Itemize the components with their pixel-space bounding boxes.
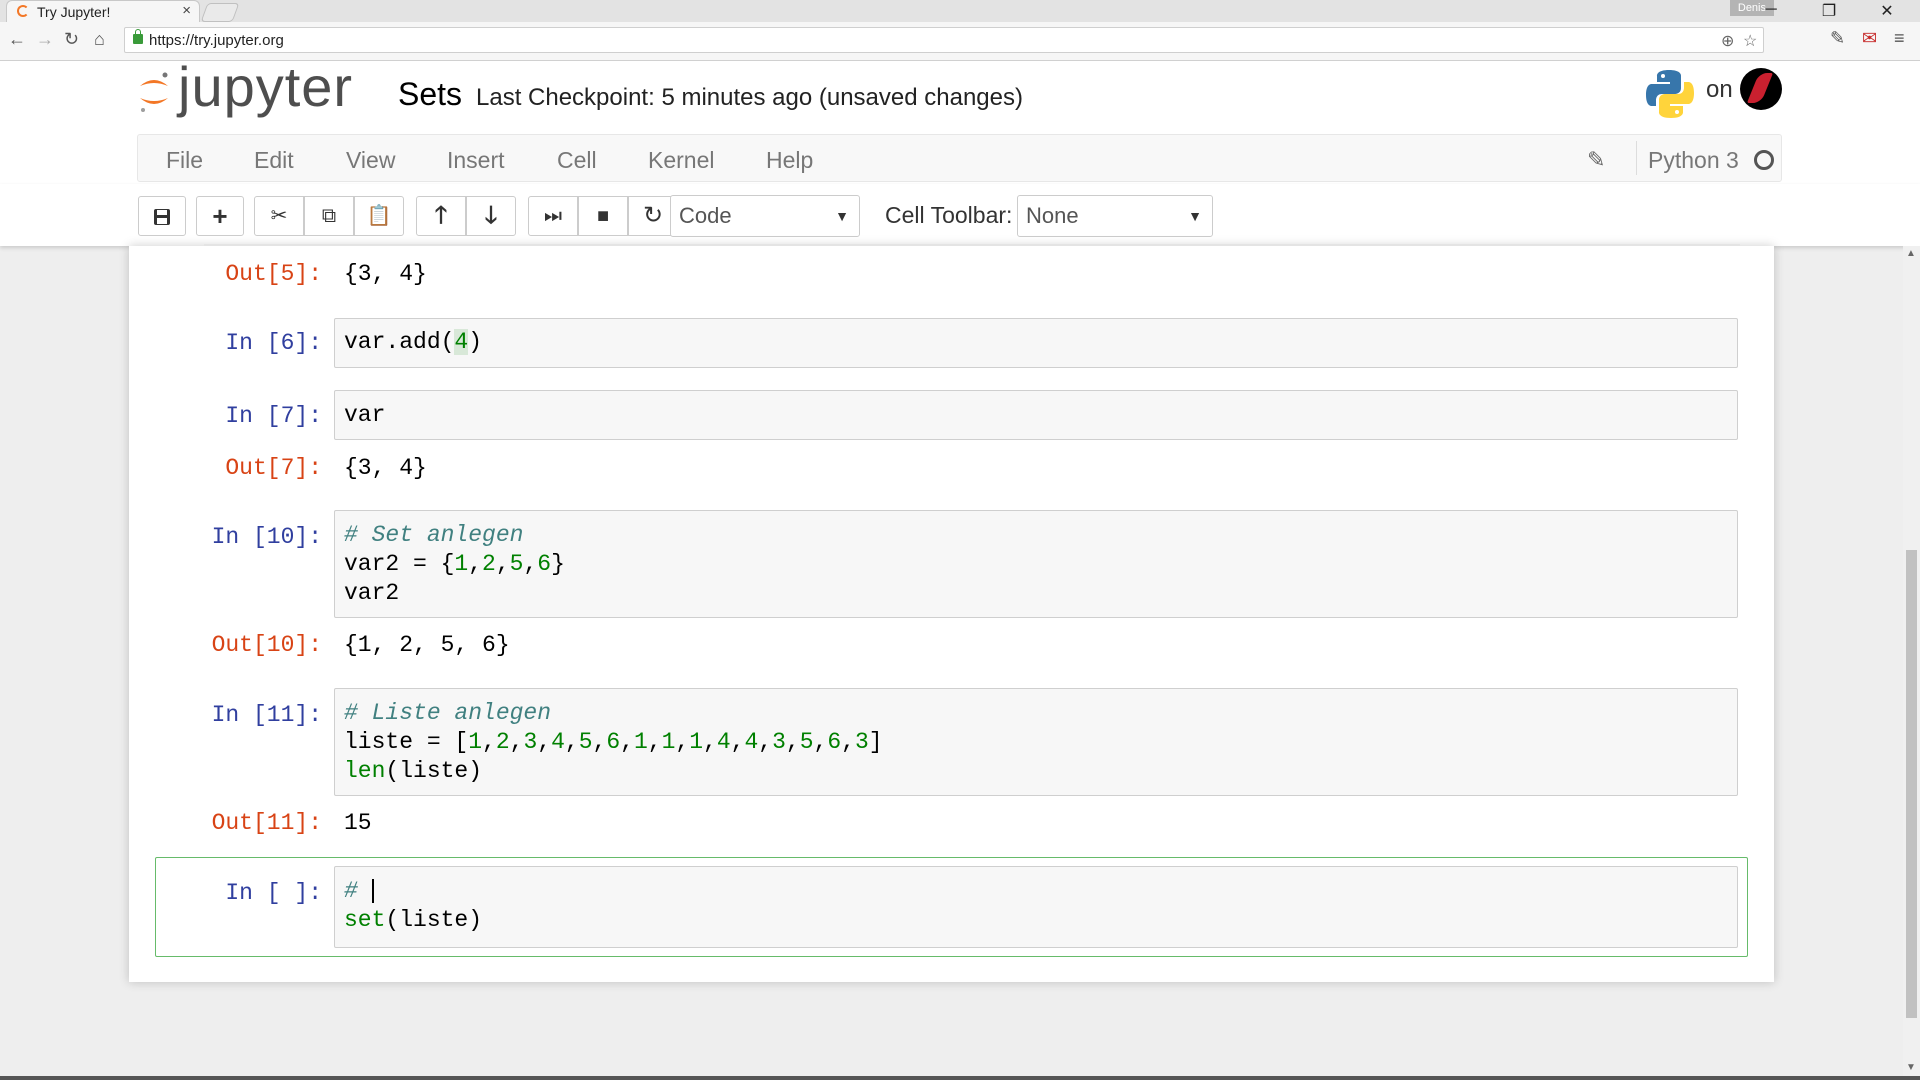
plus-icon: + bbox=[212, 201, 228, 231]
cell-type-value: Code bbox=[679, 203, 732, 228]
home-icon[interactable]: ⌂ bbox=[94, 29, 105, 50]
loading-icon bbox=[17, 5, 29, 17]
step-forward-icon: ⏭ bbox=[544, 205, 562, 227]
cell-output: {1, 2, 5, 6} bbox=[344, 632, 510, 658]
output-prompt: Out[7]: bbox=[225, 455, 322, 481]
arrow-down-icon: 🡓 bbox=[484, 202, 498, 229]
kernel-idle-indicator-icon bbox=[1754, 150, 1774, 170]
zoom-icon[interactable]: ⊕ bbox=[1721, 31, 1734, 51]
cell-output: {3, 4} bbox=[344, 455, 427, 481]
code-input[interactable] bbox=[334, 390, 1738, 440]
menu-view[interactable]: View bbox=[346, 147, 395, 174]
reload-icon[interactable]: ↻ bbox=[64, 29, 79, 50]
cell-toolbar-value: None bbox=[1026, 203, 1079, 228]
menu-cell[interactable]: Cell bbox=[557, 147, 597, 174]
chevron-down-icon: ▼ bbox=[835, 208, 849, 224]
python-logo-icon bbox=[1646, 70, 1694, 118]
text-cursor bbox=[371, 878, 374, 903]
copy-button[interactable]: ⧉ bbox=[304, 196, 354, 236]
gmail-icon[interactable]: ✉ bbox=[1862, 28, 1877, 49]
code-text: # set(liste) bbox=[344, 878, 483, 933]
move-down-button[interactable]: 🡓 bbox=[466, 196, 516, 236]
forward-icon[interactable]: → bbox=[36, 29, 54, 50]
rackspace-logo-icon bbox=[1740, 68, 1782, 110]
notebook-name[interactable]: Sets bbox=[398, 76, 462, 113]
input-prompt: In [7]: bbox=[225, 403, 322, 429]
checkpoint-status: Last Checkpoint: 5 minutes ago (unsaved … bbox=[476, 84, 1023, 111]
stop-icon: ■ bbox=[596, 205, 610, 227]
restore-icon[interactable]: ❐ bbox=[1814, 1, 1844, 21]
menu-edit[interactable]: Edit bbox=[254, 147, 294, 174]
menu-file[interactable]: File bbox=[166, 147, 203, 174]
refresh-icon: ↻ bbox=[642, 202, 664, 229]
save-icon bbox=[154, 208, 170, 225]
lock-icon bbox=[133, 29, 143, 44]
code-text: var bbox=[344, 402, 386, 428]
copy-icon: ⧉ bbox=[321, 205, 337, 227]
kernel-name: Python 3 bbox=[1648, 147, 1739, 173]
address-bar[interactable]: https://try.jupyter.org ⊕ ☆ bbox=[124, 27, 1764, 53]
chevron-down-icon: ▼ bbox=[1188, 208, 1202, 224]
run-cell-button[interactable]: ⏭ bbox=[528, 196, 578, 236]
input-prompt: In [11]: bbox=[211, 702, 322, 728]
minimize-icon[interactable]: ─ bbox=[1756, 1, 1786, 19]
cell-output: {3, 4} bbox=[344, 261, 427, 287]
scroll-down-icon[interactable]: ▼ bbox=[1906, 1062, 1916, 1073]
input-prompt: In [6]: bbox=[225, 330, 322, 356]
menubar-divider bbox=[1636, 141, 1637, 175]
previous-cell-edge bbox=[204, 244, 1740, 246]
menubar: File Edit View Insert Cell Kernel Help ✎… bbox=[137, 134, 1782, 182]
arrow-up-icon: 🡑 bbox=[434, 202, 448, 229]
code-text: # Set anlegen var2 = {1,2,5,6} var2 bbox=[344, 522, 565, 606]
cut-button[interactable]: ✂ bbox=[254, 196, 304, 236]
tab-close-icon[interactable]: × bbox=[182, 2, 191, 19]
back-icon[interactable]: ← bbox=[8, 29, 26, 50]
new-tab-button[interactable] bbox=[200, 3, 240, 22]
cell-output: 15 bbox=[344, 810, 372, 836]
input-prompt: In [10]: bbox=[211, 524, 322, 550]
code-text: var.add(4) bbox=[344, 329, 483, 355]
window-bottom-edge bbox=[0, 1076, 1920, 1080]
menu-insert[interactable]: Insert bbox=[447, 147, 505, 174]
output-prompt: Out[10]: bbox=[211, 632, 322, 658]
bookmark-star-icon[interactable]: ☆ bbox=[1743, 31, 1757, 51]
scrollbar-thumb[interactable] bbox=[1906, 550, 1917, 1018]
tab-title: Try Jupyter! bbox=[37, 4, 111, 20]
browser-tab[interactable]: Try Jupyter! × bbox=[6, 0, 200, 22]
move-up-button[interactable]: 🡑 bbox=[416, 196, 466, 236]
code-line: var2 bbox=[344, 580, 400, 606]
paste-icon: 📋 bbox=[366, 205, 392, 227]
edit-mode-pencil-icon: ✎ bbox=[1587, 147, 1606, 172]
browser-tabbar: Try Jupyter! × Denis ─ ❐ ✕ bbox=[0, 0, 1920, 22]
output-prompt: Out[5]: bbox=[225, 261, 322, 287]
scroll-up-icon[interactable]: ▲ bbox=[1906, 248, 1916, 259]
code-text: # Liste anlegen liste = [1,2,3,4,5,6,1,1… bbox=[344, 700, 883, 784]
cell-type-select[interactable]: Code ▼ bbox=[670, 195, 860, 237]
save-button[interactable] bbox=[138, 196, 186, 236]
scissors-icon: ✂ bbox=[270, 205, 288, 227]
close-window-icon[interactable]: ✕ bbox=[1872, 1, 1902, 21]
insert-cell-button[interactable]: + bbox=[196, 196, 244, 236]
output-prompt: Out[11]: bbox=[211, 810, 322, 836]
code-input[interactable] bbox=[334, 866, 1738, 948]
extension-icon[interactable]: ✎ bbox=[1830, 28, 1845, 49]
jupyter-logo-text[interactable]: jupyter bbox=[178, 54, 353, 119]
interrupt-kernel-button[interactable]: ■ bbox=[578, 196, 628, 236]
browser-menu-icon[interactable]: ≡ bbox=[1894, 28, 1905, 49]
on-text: on bbox=[1706, 76, 1733, 103]
menu-help[interactable]: Help bbox=[766, 147, 813, 174]
code-input[interactable] bbox=[334, 318, 1738, 368]
cell-toolbar-label: Cell Toolbar: bbox=[885, 202, 1013, 228]
input-prompt: In [ ]: bbox=[225, 880, 322, 906]
cell-toolbar-select[interactable]: None ▼ bbox=[1017, 195, 1213, 237]
url-text: https://try.jupyter.org bbox=[149, 32, 284, 49]
menu-kernel[interactable]: Kernel bbox=[648, 147, 714, 174]
paste-button[interactable]: 📋 bbox=[354, 196, 404, 236]
jupyter-logo-icon bbox=[140, 72, 168, 112]
